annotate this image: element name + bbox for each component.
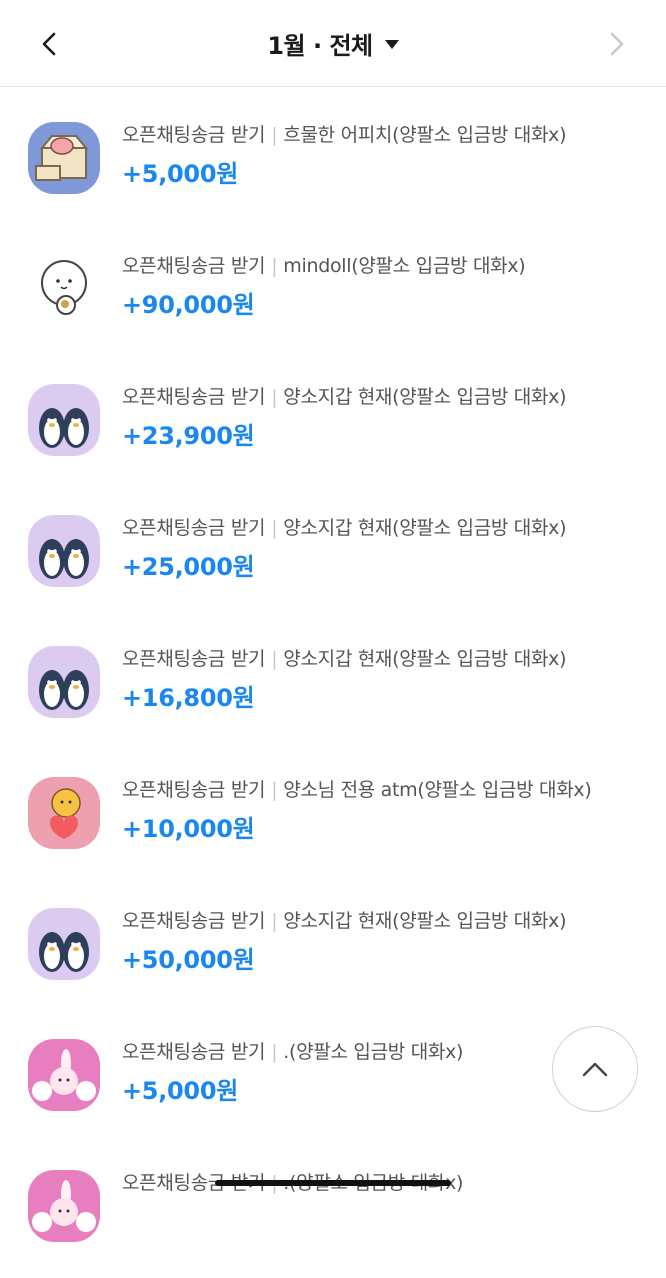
transaction-description: 오픈채팅송금 받기 | 양소지갑 현재(양팔소 입금방 대화x)	[122, 382, 567, 409]
transaction-description: 오픈채팅송금 받기 | 양소지갑 현재(양팔소 입금방 대화x)	[122, 513, 567, 540]
page-title: 1월 · 전체	[267, 31, 373, 60]
transaction-description: 오픈채팅송금 받기 | 양소지갑 현재(양팔소 입금방 대화x)	[122, 906, 567, 933]
transaction-amount: +50,000원	[122, 946, 255, 974]
transaction-amount: +90,000원	[122, 291, 255, 319]
separator: |	[271, 1041, 278, 1063]
sender-name: 흐물한 어피치(양팔소 입금방 대화x)	[283, 124, 567, 146]
separator: |	[271, 255, 278, 277]
forward-button[interactable]	[596, 24, 636, 64]
transaction-type: 오픈채팅송금 받기	[122, 1041, 266, 1063]
month-filter-dropdown[interactable]: 1월 · 전체	[0, 25, 666, 61]
sender-name: mindoll(양팔소 입금방 대화x)	[283, 255, 526, 277]
sender-name: .(양팔소 입금방 대화x)	[283, 1041, 464, 1063]
transaction-type: 오픈채팅송금 받기	[122, 910, 266, 932]
penguins-icon	[28, 646, 100, 718]
transaction-type: 오픈채팅송금 받기	[122, 386, 266, 408]
apeach-box-icon	[28, 122, 100, 194]
home-indicator	[215, 1180, 451, 1186]
bear-heart-icon	[28, 777, 100, 849]
transaction-row[interactable]: 오픈채팅송금 받기 | 흐물한 어피치(양팔소 입금방 대화x) +5,000원	[0, 120, 666, 230]
scroll-to-top-button[interactable]	[552, 1026, 638, 1112]
penguins-icon	[28, 384, 100, 456]
penguins-icon	[28, 908, 100, 980]
transaction-row[interactable]: 오픈채팅송금 받기 | 양소지갑 현재(양팔소 입금방 대화x) +23,900원	[0, 382, 666, 492]
transaction-amount: +25,000원	[122, 553, 255, 581]
transaction-row[interactable]: 오픈채팅송금 받기 | 양소지갑 현재(양팔소 입금방 대화x) +16,800원	[0, 644, 666, 754]
ghost-character-icon	[28, 253, 100, 325]
penguins-icon	[28, 515, 100, 587]
separator: |	[271, 517, 278, 539]
transaction-type: 오픈채팅송금 받기	[122, 517, 266, 539]
transaction-amount: +16,800원	[122, 684, 255, 712]
transaction-type: 오픈채팅송금 받기	[122, 779, 266, 801]
transaction-row[interactable]: 오픈채팅송금 받기 | mindoll(양팔소 입금방 대화x) +90,000원	[0, 251, 666, 361]
separator: |	[271, 386, 278, 408]
transaction-type: 오픈채팅송금 받기	[122, 648, 266, 670]
transaction-row[interactable]: 오픈채팅송금 받기 | 양소지갑 현재(양팔소 입금방 대화x) +50,000원	[0, 906, 666, 1016]
transaction-description: 오픈채팅송금 받기 | mindoll(양팔소 입금방 대화x)	[122, 251, 526, 278]
sender-name: 양소지갑 현재(양팔소 입금방 대화x)	[283, 517, 567, 539]
transaction-row[interactable]: 오픈채팅송금 받기 | 양소지갑 현재(양팔소 입금방 대화x) +25,000원	[0, 513, 666, 623]
bunny-cheer-icon	[28, 1039, 100, 1111]
transaction-amount: +5,000원	[122, 1077, 239, 1105]
caret-down-icon	[384, 39, 399, 49]
transaction-type: 오픈채팅송금 받기	[122, 255, 266, 277]
transaction-amount: +5,000원	[122, 160, 239, 188]
separator: |	[271, 648, 278, 670]
chevron-up-icon	[582, 1062, 608, 1077]
sender-name: 양소지갑 현재(양팔소 입금방 대화x)	[283, 910, 567, 932]
sender-name: 양소님 전용 atm(양팔소 입금방 대화x)	[283, 779, 592, 801]
chevron-right-icon	[610, 32, 624, 56]
separator: |	[271, 124, 278, 146]
separator: |	[271, 910, 278, 932]
transaction-description: 오픈채팅송금 받기 | 양소님 전용 atm(양팔소 입금방 대화x)	[122, 775, 592, 802]
transaction-description: 오픈채팅송금 받기 | 양소지갑 현재(양팔소 입금방 대화x)	[122, 644, 567, 671]
header: 1월 · 전체	[0, 0, 666, 87]
sender-name: 양소지갑 현재(양팔소 입금방 대화x)	[283, 386, 567, 408]
transaction-amount: +23,900원	[122, 422, 255, 450]
separator: |	[271, 779, 278, 801]
bunny-cheer-icon	[28, 1170, 100, 1242]
transaction-description: 오픈채팅송금 받기|.(양팔소 입금방 대화x)	[122, 1037, 463, 1064]
transaction-type: 오픈채팅송금 받기	[122, 124, 266, 146]
transaction-description: 오픈채팅송금 받기 | 흐물한 어피치(양팔소 입금방 대화x)	[122, 120, 567, 147]
transaction-amount: +10,000원	[122, 815, 255, 843]
transaction-row[interactable]: 오픈채팅송금 받기 | 양소님 전용 atm(양팔소 입금방 대화x) +10,000…	[0, 775, 666, 885]
sender-name: 양소지갑 현재(양팔소 입금방 대화x)	[283, 648, 567, 670]
